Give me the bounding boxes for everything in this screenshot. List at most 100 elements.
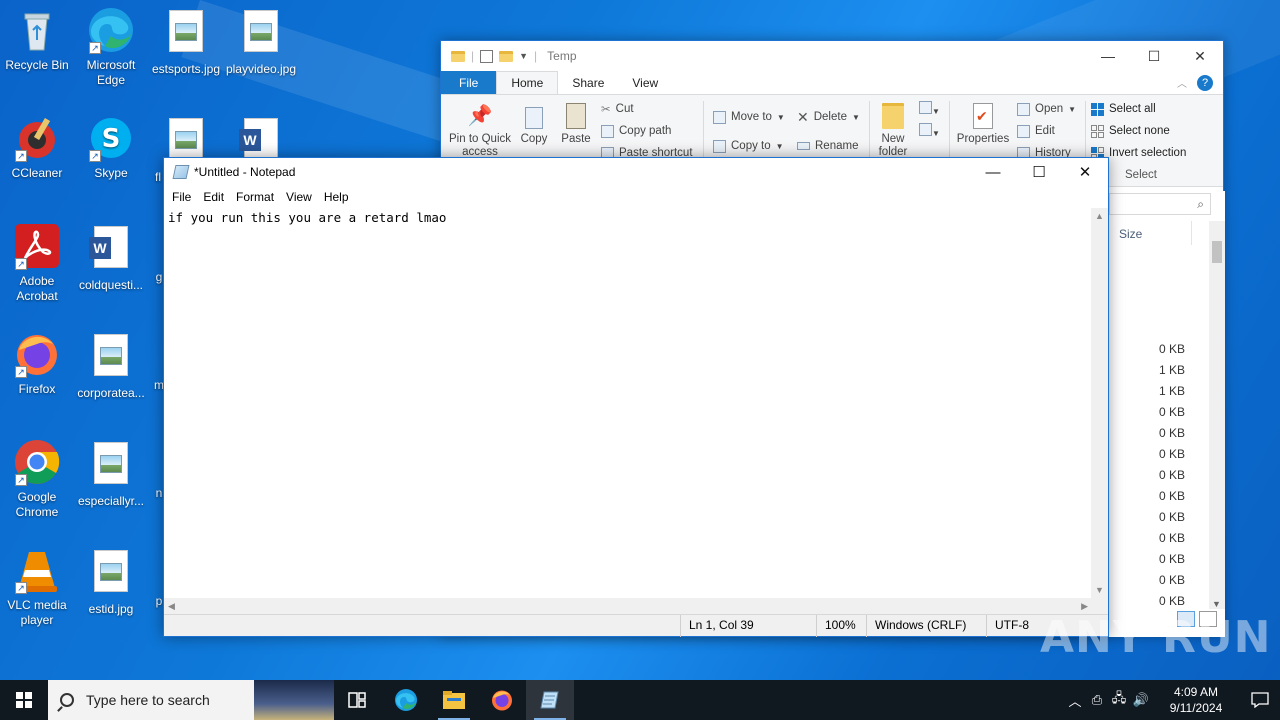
rename-button[interactable]: Rename [797, 136, 858, 156]
scroll-left-icon[interactable]: ◀ [168, 601, 175, 612]
menu-file[interactable]: File [166, 190, 197, 204]
svg-text:S: S [102, 124, 121, 154]
device-icon[interactable]: ⎙ [1086, 692, 1108, 708]
desktop-icon-ccleaner[interactable]: ↗ CCleaner [0, 114, 74, 181]
desktop-icon-label: corporatea... [77, 386, 145, 400]
copy-button[interactable]: Copy [517, 103, 551, 145]
vlc-icon: ↗ [13, 546, 61, 594]
desktop-icon-estsports[interactable]: estsports.jpg [149, 6, 223, 77]
new-folder-button[interactable]: New folder [873, 103, 913, 159]
desktop-icon-especiallyr[interactable]: especiallyr... [74, 438, 148, 509]
taskbar-firefox[interactable] [478, 680, 526, 720]
maximize-icon[interactable]: ☐ [1016, 158, 1062, 186]
notepad-titlebar[interactable]: *Untitled - Notepad — ☐ ✕ [164, 158, 1108, 186]
pin-quick-access-button[interactable]: 📌 Pin to Quick access [445, 103, 515, 159]
close-icon[interactable]: ✕ [1177, 41, 1223, 71]
taskbar-search[interactable]: Type here to search [48, 680, 334, 720]
customize-qat-icon[interactable]: ▼ [519, 51, 528, 61]
desktop-icon-firefox[interactable]: ↗ Firefox [0, 330, 74, 397]
scroll-up-icon[interactable]: ▲ [1095, 211, 1104, 221]
task-view-button[interactable] [334, 680, 382, 720]
tab-file[interactable]: File [441, 71, 497, 94]
notepad-icon [540, 691, 559, 709]
open-button[interactable]: Open ▼ [1017, 99, 1076, 119]
edit-button[interactable]: Edit [1017, 121, 1055, 141]
scroll-down-icon[interactable]: ▼ [1095, 585, 1104, 595]
image-file-icon [87, 334, 135, 382]
show-hidden-icons-icon[interactable]: ︿ [1064, 691, 1086, 710]
column-header-size[interactable]: Size [1119, 227, 1142, 241]
copy-to-button[interactable]: Copy to ▼ [713, 136, 784, 156]
select-all-button[interactable]: Select all [1091, 99, 1156, 119]
taskbar-notepad[interactable] [526, 680, 574, 720]
taskbar-file-explorer[interactable] [430, 680, 478, 720]
collapse-ribbon-icon[interactable]: ︿ [1177, 75, 1187, 90]
tab-view[interactable]: View [618, 71, 672, 94]
desktop-icon-google-chrome[interactable]: ↗ Google Chrome [0, 438, 74, 520]
desktop-icon-adobe-acrobat[interactable]: ↗ Adobe Acrobat [0, 222, 74, 304]
explorer-titlebar[interactable]: | ▼ | Temp — ☐ ✕ [441, 41, 1223, 71]
desktop-icon-label: VLC media player [7, 598, 67, 627]
menu-view[interactable]: View [280, 190, 318, 204]
desktop-icon-coldquesti[interactable]: W coldquesti... [74, 222, 148, 293]
select-all-icon [1091, 102, 1104, 116]
explorer-file-list[interactable]: ⌕ Size 0 KB 1 KB 1 KB 0 KB 0 KB 0 KB 0 K… [1109, 191, 1225, 637]
size-column: 0 KB 1 KB 1 KB 0 KB 0 KB 0 KB 0 KB 0 KB … [1109, 339, 1185, 612]
shortcut-arrow-icon: ↗ [89, 150, 101, 162]
tab-home[interactable]: Home [496, 71, 559, 94]
new-folder-icon[interactable] [499, 50, 514, 62]
notepad-window[interactable]: *Untitled - Notepad — ☐ ✕ File Edit Form… [163, 157, 1109, 637]
menu-help[interactable]: Help [318, 190, 355, 204]
paste-button[interactable]: Paste [557, 103, 595, 145]
move-to-button[interactable]: Move to ▼ [713, 107, 785, 127]
desktop-icon-estid[interactable]: estid.jpg [74, 546, 148, 617]
acrobat-icon: ↗ [13, 222, 61, 270]
rename-icon [797, 142, 810, 150]
notepad-vscrollbar[interactable]: ▲ ▼ [1091, 208, 1108, 598]
size-cell: 0 KB [1158, 468, 1185, 482]
copy-path-button[interactable]: Copy path [601, 121, 671, 141]
network-icon[interactable]: 🖧 [1108, 689, 1130, 711]
select-none-button[interactable]: Select none [1091, 121, 1170, 141]
action-center-button[interactable] [1240, 692, 1280, 708]
taskbar-edge[interactable] [382, 680, 430, 720]
tab-share[interactable]: Share [558, 71, 618, 94]
desktop-icon-label: Firefox [18, 382, 56, 396]
search-placeholder: Type here to search [86, 692, 210, 708]
desktop-icon-recycle-bin[interactable]: Recycle Bin [0, 6, 74, 73]
new-item-icon[interactable]: ▼ [919, 101, 940, 117]
desktop-icon-edge[interactable]: ↗ Microsoft Edge [74, 6, 148, 88]
minimize-icon[interactable]: — [1085, 41, 1131, 71]
move-to-icon [713, 110, 726, 124]
scroll-right-icon[interactable]: ▶ [1081, 601, 1088, 612]
notepad-hscrollbar[interactable]: ◀ ▶ [164, 598, 1092, 615]
desktop-icon-skype[interactable]: S ↗ Skype [74, 114, 148, 181]
menu-format[interactable]: Format [230, 190, 280, 204]
delete-button[interactable]: ✕ Delete ▼ [797, 107, 860, 127]
explorer-vscrollbar[interactable]: ▼ [1209, 221, 1225, 609]
volume-icon[interactable]: 🔊 [1130, 692, 1152, 708]
desktop-icon-playvideo[interactable]: playvideo.jpg [224, 6, 298, 77]
firefox-icon [492, 690, 512, 711]
close-icon[interactable]: ✕ [1062, 158, 1108, 186]
clock-time: 4:09 AM [1173, 685, 1219, 699]
clock[interactable]: 4:09 AM 9/11/2024 [1160, 684, 1232, 716]
search-box[interactable]: ⌕ [1109, 193, 1211, 215]
properties-check-icon[interactable] [480, 49, 494, 63]
scroll-thumb[interactable] [1212, 241, 1222, 263]
desktop-icon-vlc[interactable]: ↗ VLC media player [0, 546, 74, 628]
search-icon [60, 693, 74, 707]
easy-access-icon[interactable]: ▼ [919, 123, 940, 139]
properties-button[interactable]: ✔ Properties [953, 103, 1013, 145]
desktop-icon-corporatea[interactable]: corporatea... [74, 330, 148, 401]
cut-button[interactable]: ✂ Cut [601, 99, 634, 119]
start-button[interactable] [0, 680, 48, 720]
menu-edit[interactable]: Edit [197, 190, 230, 204]
minimize-icon[interactable]: — [970, 158, 1016, 186]
maximize-icon[interactable]: ☐ [1131, 41, 1177, 71]
scroll-down-icon[interactable]: ▼ [1212, 599, 1221, 609]
notepad-text-area[interactable]: if you run this you are a retard lmao [164, 208, 1092, 598]
task-view-icon [348, 692, 366, 708]
help-icon[interactable]: ? [1197, 74, 1213, 91]
firefox-icon: ↗ [13, 330, 61, 378]
